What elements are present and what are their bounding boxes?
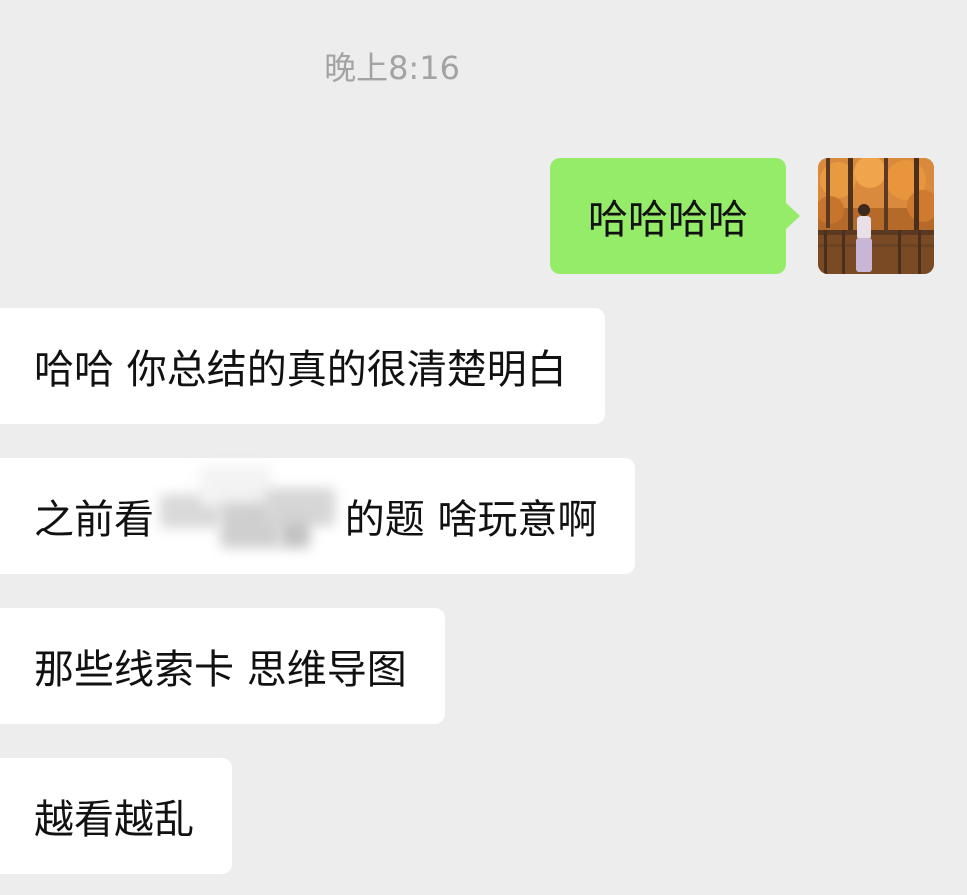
incoming-message-text-3: 那些线索卡 思维导图 [34,647,407,693]
incoming-message-text-2: 之前看 的题 啥玩意啊 [34,497,598,543]
message-timestamp: 晚上8:16 [324,49,460,87]
incoming-message-bubble-2[interactable]: 之前看 的题 啥玩意啊 [0,458,636,574]
incoming-message-text-1: 哈哈 你总结的真的很清楚明白 [34,347,567,393]
avatar[interactable] [818,158,934,274]
self-message-bubble[interactable]: 哈哈哈哈 [550,158,800,274]
incoming-message-text-4: 越看越乱 [34,797,194,843]
incoming-message-bubble-4[interactable]: 越看越乱 [0,758,232,874]
incoming-message-bubble-3[interactable]: 那些线索卡 思维导图 [0,608,445,724]
self-message-row: 哈哈哈哈 [550,158,934,274]
avatar-photo-icon [818,158,934,274]
incoming-message-bubble-1[interactable]: 哈哈 你总结的真的很清楚明白 [0,308,605,424]
self-message-text: 哈哈哈哈 [588,197,748,243]
